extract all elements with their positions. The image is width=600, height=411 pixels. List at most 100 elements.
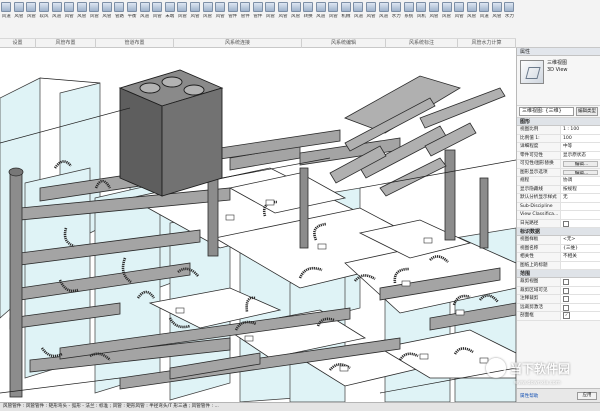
ribbon-button[interactable]: 风管 <box>465 0 478 38</box>
property-value[interactable]: {三维} <box>561 244 600 252</box>
property-checkbox[interactable] <box>561 303 600 311</box>
ribbon-button[interactable]: 平衡 <box>126 0 139 38</box>
property-checkbox[interactable] <box>561 219 600 227</box>
property-value[interactable] <box>561 261 600 269</box>
ribbon-button[interactable]: 风道 <box>138 0 151 38</box>
ribbon-button-label: 机械 <box>341 14 351 19</box>
ribbon-group-label: 风系统连接 <box>174 39 302 48</box>
property-row: View Classifica... <box>517 211 600 220</box>
ribbon-button[interactable]: 水力 <box>503 0 516 38</box>
property-checkbox[interactable] <box>561 312 600 320</box>
ribbon-button[interactable]: 风管 <box>491 0 504 38</box>
property-section-header[interactable]: 范围 <box>517 270 600 278</box>
edit-type-button[interactable]: 编辑类型 <box>576 107 598 116</box>
ribbon-tool-icon <box>391 2 402 12</box>
ribbon-tool-icon <box>164 2 175 12</box>
ribbon-button[interactable]: 风管 <box>101 0 114 38</box>
property-key: 注释裁剪 <box>517 295 561 303</box>
property-value[interactable]: 不相关 <box>561 253 600 261</box>
property-value[interactable] <box>561 211 600 219</box>
ribbon-tool-icon <box>139 2 150 12</box>
type-selector[interactable]: 三维视图 3D View <box>517 56 600 106</box>
property-section-header[interactable]: 图形 <box>517 118 600 126</box>
ribbon-tool-icon <box>416 2 427 12</box>
property-key: 剖面框 <box>517 312 561 320</box>
property-value[interactable]: 显示原状态 <box>561 151 600 159</box>
property-key: 零件可见性 <box>517 151 561 159</box>
ribbon-tool-icon <box>403 2 414 12</box>
ribbon-button[interactable]: 风管 <box>88 0 101 38</box>
property-value[interactable]: 中等 <box>561 143 600 151</box>
ribbon-button-label: 风机 <box>416 14 426 19</box>
ribbon-button[interactable]: 风管 <box>453 0 466 38</box>
property-value[interactable]: 1 : 100 <box>561 126 600 134</box>
ribbon-button[interactable]: 风管 <box>440 0 453 38</box>
ribbon-button[interactable]: 风管 <box>264 0 277 38</box>
ribbon-button[interactable]: 风管 <box>13 0 26 38</box>
instance-filter-select[interactable]: 三维视图: {三维} <box>519 107 574 116</box>
property-edit-button[interactable]: 编辑... <box>563 161 598 167</box>
ribbon-button[interactable]: 软风 <box>38 0 51 38</box>
property-value[interactable]: 按规程 <box>561 185 600 193</box>
type-name-en: 3D View <box>547 67 568 73</box>
ribbon-button[interactable]: 风管 <box>289 0 302 38</box>
ribbon-group-labels: 设置 风管布置 管道布置 风系统连接 风系统编辑 风系统标注 风管水力计算 <box>0 38 516 48</box>
ribbon-button[interactable]: 系统 <box>403 0 416 38</box>
ribbon-button[interactable]: 管件 <box>252 0 265 38</box>
ribbon-button[interactable]: 风道 <box>478 0 491 38</box>
property-key: 显示隐藏线 <box>517 185 561 193</box>
ribbon-tool-icon <box>315 2 326 12</box>
property-section-header[interactable]: 标识数据 <box>517 228 600 236</box>
property-value[interactable]: 协调 <box>561 177 600 185</box>
ribbon-button[interactable]: 管路 <box>113 0 126 38</box>
property-value[interactable]: 无 <box>561 194 600 202</box>
property-row: 远裁剪激活 <box>517 303 600 312</box>
property-checkbox[interactable] <box>561 278 600 286</box>
ribbon-button[interactable]: 风管 <box>75 0 88 38</box>
ribbon-button[interactable]: 风道 <box>352 0 365 38</box>
ribbon-tool-icon <box>202 2 213 12</box>
3d-view-canvas[interactable] <box>0 48 516 402</box>
ribbon-button[interactable]: 机械 <box>340 0 353 38</box>
ribbon-button[interactable]: 管件 <box>239 0 252 38</box>
ribbon-tool-icon <box>328 2 339 12</box>
ribbon-button[interactable]: 转换 <box>302 0 315 38</box>
property-row: 视图比例 1 : 100 <box>517 126 600 135</box>
ribbon-button[interactable]: 风道 <box>0 0 13 38</box>
property-row: 比例值 1: 100 <box>517 134 600 143</box>
ribbon-button[interactable]: 风道 <box>50 0 63 38</box>
ribbon-button[interactable]: 管件 <box>226 0 239 38</box>
ribbon-button[interactable]: 风管 <box>25 0 38 38</box>
ribbon-button[interactable]: 风管 <box>151 0 164 38</box>
ribbon-button[interactable]: 风管 <box>365 0 378 38</box>
properties-help-link[interactable]: 属性帮助 <box>520 393 538 399</box>
ribbon-tool-icon <box>89 2 100 12</box>
ribbon-button[interactable]: 风机 <box>415 0 428 38</box>
ribbon-button[interactable]: 风管 <box>428 0 441 38</box>
property-edit-button[interactable]: 编辑... <box>563 169 598 175</box>
ribbon-buttons: 风道 风管 风管 软风 风道 风管 风管 风管 风管 管路 平衡 风道 风管 末端 风管 风管 风管 风管 管件 管件… <box>0 0 516 38</box>
ribbon-button-label: 风管 <box>26 14 36 19</box>
ribbon-button[interactable]: 风管 <box>327 0 340 38</box>
property-checkbox[interactable] <box>561 295 600 303</box>
ribbon-tool-icon <box>240 2 251 12</box>
ribbon-button[interactable]: 风道 <box>314 0 327 38</box>
ribbon-button[interactable]: 风道 <box>377 0 390 38</box>
ribbon-button-label: 风管 <box>278 14 288 19</box>
ribbon-button[interactable]: 末端 <box>164 0 177 38</box>
ribbon-button[interactable]: 风管 <box>214 0 227 38</box>
ribbon: 风道 风管 风管 软风 风道 风管 风管 风管 风管 管路 平衡 风道 风管 末端 风管 风管 风管 风管 管件 管件… <box>0 0 600 48</box>
properties-panel: 属性 三维视图 3D View 三维视图: {三维} 编辑类型 图形 视图比例 1 … <box>516 48 600 402</box>
property-value[interactable]: <无> <box>561 236 600 244</box>
property-value[interactable] <box>561 202 600 210</box>
ribbon-button[interactable]: 风管 <box>176 0 189 38</box>
ribbon-button[interactable]: 风管 <box>189 0 202 38</box>
apply-button[interactable]: 应用 <box>577 392 597 400</box>
ribbon-button[interactable]: 风管 <box>277 0 290 38</box>
property-row: 视图样板 <无> <box>517 236 600 245</box>
property-value[interactable]: 100 <box>561 134 600 142</box>
ribbon-button[interactable]: 风管 <box>201 0 214 38</box>
ribbon-button[interactable]: 水力 <box>390 0 403 38</box>
ribbon-button[interactable]: 风管 <box>63 0 76 38</box>
property-checkbox[interactable] <box>561 286 600 294</box>
